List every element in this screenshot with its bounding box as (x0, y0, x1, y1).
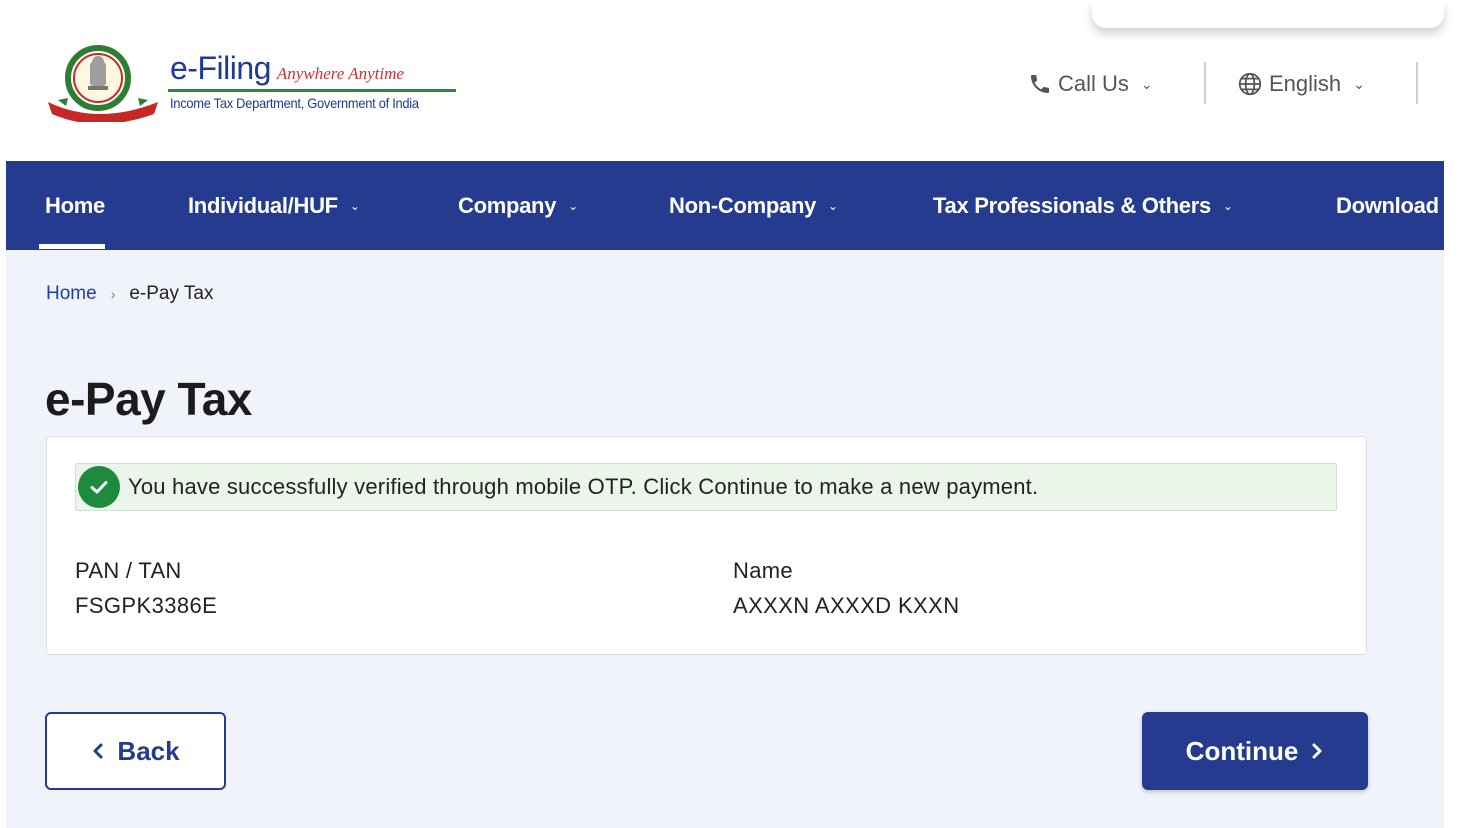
nav-item-individual-huf[interactable]: Individual/HUF ⌄ (188, 161, 360, 250)
logo-title[interactable]: e-Filing Anywhere Anytime (170, 50, 404, 90)
nav-active-indicator (39, 244, 105, 249)
nav-item-label: Home (45, 192, 105, 218)
breadcrumb: Home › e-Pay Tax (46, 282, 214, 306)
logo-underline (168, 89, 456, 92)
page-title: e-Pay Tax (45, 373, 252, 425)
chevron-left-icon (91, 741, 105, 761)
nav-item-non-company[interactable]: Non-Company ⌄ (669, 161, 838, 250)
chevron-right-icon (1310, 741, 1324, 761)
phone-icon (1031, 75, 1049, 93)
back-button[interactable]: Back (45, 712, 226, 790)
pan-tan-value: FSGPK3386E (75, 593, 218, 618)
chevron-down-icon: ⌄ (1222, 198, 1233, 213)
success-banner: You have successfully verified through m… (75, 463, 1337, 511)
logo-department: Income Tax Department, Government of Ind… (170, 95, 419, 111)
nav-item-label: Individual/HUF (188, 192, 338, 218)
chevron-down-icon: ⌄ (828, 198, 838, 213)
call-us-label: Call Us (1058, 71, 1129, 96)
chevron-down-icon: ⌄ (1353, 75, 1365, 92)
name-label: Name (733, 558, 793, 583)
chevron-down-icon: ⌄ (1140, 75, 1153, 92)
breadcrumb-home-link[interactable]: Home (46, 283, 97, 305)
globe-icon (1238, 72, 1262, 96)
success-message: You have successfully verified through m… (128, 474, 1039, 499)
nav-item-label: Company (458, 192, 557, 218)
logo-efiling-text: e-Filing (170, 50, 271, 86)
check-circle-icon (78, 466, 120, 508)
chevron-down-icon: ⌄ (349, 198, 360, 213)
nav-item-company[interactable]: Company ⌄ (458, 161, 578, 250)
nav-item-label: Tax Professionals & Others (933, 192, 1211, 218)
header-divider (1416, 62, 1418, 104)
continue-button-label: Continue (1185, 735, 1299, 766)
logo-tagline: Anywhere Anytime (276, 64, 404, 83)
main-nav: Home Individual/HUF ⌄ Company ⌄ Non-Comp… (6, 161, 1444, 250)
nav-item-label: Download (1336, 192, 1439, 218)
page: e-Filing Anywhere Anytime Income Tax Depa… (0, 0, 1459, 828)
call-us-dropdown[interactable]: Call Us ⌄ (1028, 68, 1153, 100)
nav-item-label: Non-Company (669, 192, 817, 218)
income-tax-emblem-logo[interactable] (44, 40, 162, 122)
language-dropdown[interactable]: English ⌄ (1237, 68, 1365, 100)
name-value: AXXXN AXXXD KXXN (733, 593, 960, 618)
back-button-label: Back (117, 735, 180, 766)
language-label: English (1269, 71, 1342, 96)
nav-item-download[interactable]: Download (1336, 161, 1439, 250)
nav-item-home[interactable]: Home (45, 161, 105, 250)
pan-tan-label: PAN / TAN (75, 558, 182, 583)
nav-item-tax-professionals[interactable]: Tax Professionals & Others ⌄ (933, 161, 1233, 250)
header-dropdown-shadow (1092, 0, 1444, 28)
header-divider (1204, 62, 1206, 104)
continue-button[interactable]: Continue (1142, 712, 1368, 790)
chevron-down-icon: ⌄ (568, 198, 578, 213)
chevron-right-icon: › (110, 286, 116, 302)
breadcrumb-current: e-Pay Tax (129, 283, 214, 304)
